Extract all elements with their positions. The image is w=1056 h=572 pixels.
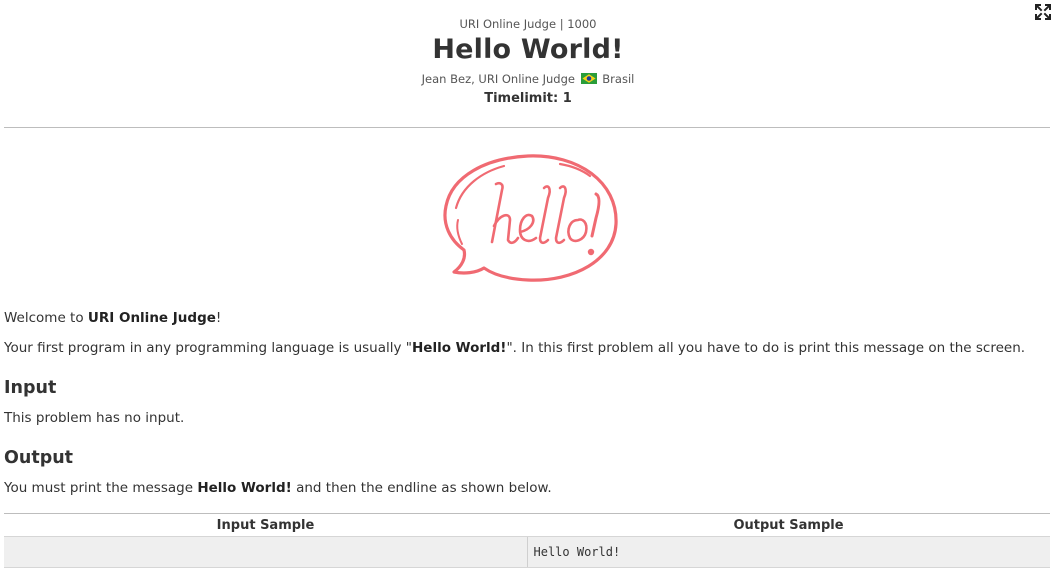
input-sample-value[interactable] (4, 536, 528, 568)
fullscreen-expand-icon[interactable] (1034, 3, 1052, 21)
sample-row: Hello World! (4, 536, 1050, 568)
hello-illustration (443, 154, 618, 282)
output-suffix: and then the endline as shown below. (291, 480, 552, 496)
input-heading: Input (4, 378, 57, 398)
problem-meta: URI Online Judge | 1000 (459, 17, 597, 31)
input-sample-header: Input Sample (4, 513, 527, 537)
problem-timelimit: Timelimit: 1 (484, 91, 572, 106)
intro-paragraph: Your first program in any programming la… (4, 340, 1050, 356)
output-hello-world: Hello World! (197, 480, 292, 496)
output-heading: Output (4, 448, 74, 468)
output-prefix: You must print the message (4, 480, 198, 496)
output-sample-value[interactable]: Hello World! (527, 536, 1050, 568)
intro-prefix: Your first program in any programming la… (4, 340, 412, 356)
problem-title: Hello World! (432, 34, 624, 65)
welcome-suffix: ! (215, 310, 222, 326)
author-names: Jean Bez, URI Online Judge (421, 72, 575, 86)
input-description: This problem has no input. (4, 410, 185, 426)
problem-authors: Jean Bez, URI Online Judge Brasil (0, 72, 1056, 86)
sample-table: Input Sample Output Sample Hello World! (4, 513, 1050, 568)
welcome-prefix: Welcome to (4, 310, 88, 326)
output-sample-header: Output Sample (527, 513, 1050, 537)
welcome-paragraph: Welcome to URI Online Judge! (4, 310, 1050, 326)
output-description: You must print the message Hello World! … (4, 480, 1050, 496)
intro-hello-world: Hello World! (411, 340, 507, 356)
welcome-site-name: URI Online Judge (87, 310, 216, 326)
sample-header-row: Input Sample Output Sample (4, 513, 1050, 537)
intro-suffix: ". In this first problem all you have to… (506, 340, 1026, 356)
brazil-flag-icon (580, 73, 597, 84)
header-divider (4, 127, 1050, 128)
author-country: Brasil (602, 72, 635, 86)
